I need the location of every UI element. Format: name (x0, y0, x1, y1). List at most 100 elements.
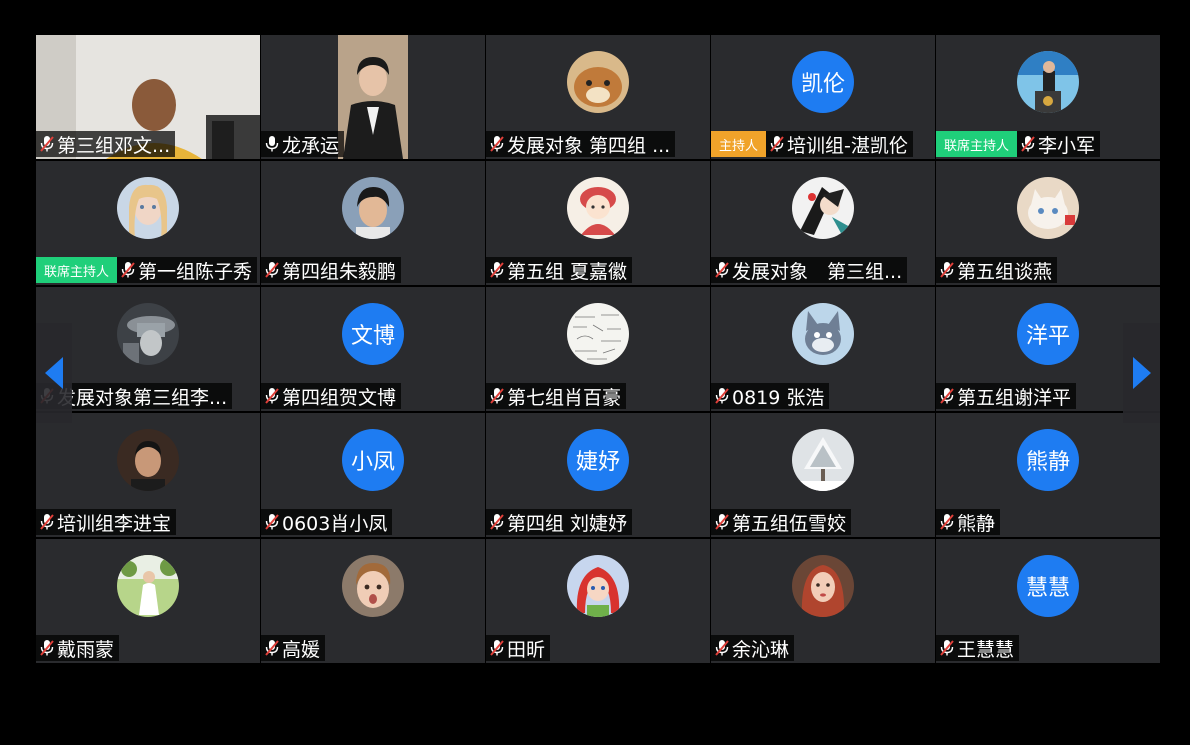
participant-tile[interactable]: 熊静 熊静 (936, 413, 1160, 537)
participant-tile[interactable]: 婕妤 第四组 刘婕妤 (486, 413, 710, 537)
avatar (567, 303, 629, 365)
participant-namebar: 第五组 夏嘉徽 (486, 257, 633, 283)
mic-muted-icon (121, 262, 135, 278)
participant-name: 王慧慧 (957, 638, 1015, 661)
participant-tile[interactable]: 第五组 夏嘉徽 (486, 161, 710, 285)
participant-namebar: 戴雨蒙 (36, 635, 120, 661)
mic-muted-icon (715, 514, 729, 530)
participant-namebar: 熊静 (936, 509, 1001, 535)
anime-photo (792, 177, 854, 239)
participant-label: 龙承运 (261, 131, 345, 157)
participant-tile[interactable]: 第七组肖百豪 (486, 287, 710, 411)
participant-tile[interactable]: 龙承运 (261, 35, 485, 159)
mic-muted-icon (265, 262, 279, 278)
participant-tile[interactable]: 田昕 (486, 539, 710, 663)
dog-photo (567, 51, 629, 113)
participant-name: 第一组陈子秀 (138, 260, 253, 283)
participant-tile[interactable]: 第五组伍雪姣 (711, 413, 935, 537)
mic-muted-icon (265, 388, 279, 404)
participant-label: 第七组肖百豪 (486, 383, 627, 409)
mic-muted-icon (940, 262, 954, 278)
mic-muted-icon (1021, 136, 1035, 152)
cohost-badge: 联席主持人 (36, 257, 118, 283)
participant-namebar: 龙承运 (261, 131, 345, 157)
mic-muted-icon (940, 640, 954, 656)
avatar (117, 177, 179, 239)
sketch-photo (567, 303, 629, 365)
girl-field (117, 555, 179, 617)
participant-tile[interactable]: 第三组邓文... (36, 35, 260, 159)
participant-label: 培训组李进宝 (36, 509, 177, 535)
participant-namebar: 第四组 刘婕妤 (486, 509, 633, 535)
mic-muted-icon (490, 388, 504, 404)
participant-tile[interactable]: 发展对象 第四组 ... (486, 35, 710, 159)
participant-label: 第五组 夏嘉徽 (486, 257, 633, 283)
mic-muted-icon (490, 514, 504, 530)
participant-name: 高媛 (282, 638, 321, 661)
mic-muted-icon (715, 640, 729, 656)
participant-namebar: 主持人 培训组-湛凯伦 (711, 131, 913, 157)
participant-namebar: 余沁琳 (711, 635, 795, 661)
mic-muted-icon (265, 640, 279, 656)
participant-name: 第五组谈燕 (957, 260, 1053, 283)
snow-tree (792, 429, 854, 491)
participant-label: 发展对象 第四组 ... (486, 131, 676, 157)
next-page-button[interactable] (1123, 323, 1160, 423)
mic-muted-icon (490, 136, 504, 152)
man-dark (117, 429, 179, 491)
participant-name: 龙承运 (282, 134, 340, 157)
participant-tile[interactable]: 凯伦主持人 培训组-湛凯伦 (711, 35, 935, 159)
mic-muted-icon (40, 136, 54, 152)
participant-namebar: 第七组肖百豪 (486, 383, 627, 409)
participant-name: 余沁琳 (732, 638, 790, 661)
participant-name: 发展对象 第三组... (732, 260, 903, 283)
mic-muted-icon (715, 262, 729, 278)
participant-namebar: 第五组谢洋平 (936, 383, 1077, 409)
participant-name: 第五组 夏嘉徽 (507, 260, 628, 283)
participant-label: 第三组邓文... (36, 131, 176, 157)
participant-tile[interactable]: 小凤 0603肖小凤 (261, 413, 485, 537)
participant-tile[interactable]: 高媛 (261, 539, 485, 663)
participant-tile[interactable]: 联席主持人 第一组陈子秀 (36, 161, 260, 285)
avatar: 文博 (342, 303, 404, 365)
child-photo (342, 555, 404, 617)
participant-namebar: 发展对象 第三组... (711, 257, 908, 283)
mic-muted-icon (940, 514, 954, 530)
participant-name: 第五组伍雪姣 (732, 512, 847, 535)
participant-label: 田昕 (486, 635, 551, 661)
avatar: 熊静 (1017, 429, 1079, 491)
participant-tile[interactable]: 联席主持人 李小军 (936, 35, 1160, 159)
participant-namebar: 第五组伍雪姣 (711, 509, 852, 535)
avatar (342, 177, 404, 239)
mic-muted-icon (265, 514, 279, 530)
avatar (792, 177, 854, 239)
participant-label: 李小军 (1017, 131, 1101, 157)
mic-icon (265, 136, 279, 152)
participant-tile[interactable]: 戴雨蒙 (36, 539, 260, 663)
avatar: 凯伦 (792, 51, 854, 113)
avatar (792, 555, 854, 617)
participant-tile[interactable]: 慧慧 王慧慧 (936, 539, 1160, 663)
participant-label: 0603肖小凤 (261, 509, 393, 535)
participant-name: 第四组朱毅鹏 (282, 260, 397, 283)
participant-label: 第四组 刘婕妤 (486, 509, 633, 535)
participant-name: 第七组肖百豪 (507, 386, 622, 409)
participant-label: 发展对象 第三组... (711, 257, 908, 283)
participant-name: 第五组谢洋平 (957, 386, 1072, 409)
participant-tile[interactable]: 0819 张浩 (711, 287, 935, 411)
participant-name: 熊静 (957, 512, 996, 535)
avatar: 洋平 (1017, 303, 1079, 365)
participant-tile[interactable]: 第四组朱毅鹏 (261, 161, 485, 285)
participant-namebar: 王慧慧 (936, 635, 1020, 661)
participant-namebar: 第五组谈燕 (936, 257, 1058, 283)
avatar (342, 555, 404, 617)
participant-tile[interactable]: 第五组谈燕 (936, 161, 1160, 285)
participant-tile[interactable]: 发展对象 第三组... (711, 161, 935, 285)
participant-tile[interactable]: 培训组李进宝 (36, 413, 260, 537)
participant-namebar: 第四组朱毅鹏 (261, 257, 402, 283)
participant-tile[interactable]: 余沁琳 (711, 539, 935, 663)
prev-page-button[interactable] (36, 323, 72, 423)
participant-label: 戴雨蒙 (36, 635, 120, 661)
participant-tile[interactable]: 文博 第四组贺文博 (261, 287, 485, 411)
avatar (117, 555, 179, 617)
